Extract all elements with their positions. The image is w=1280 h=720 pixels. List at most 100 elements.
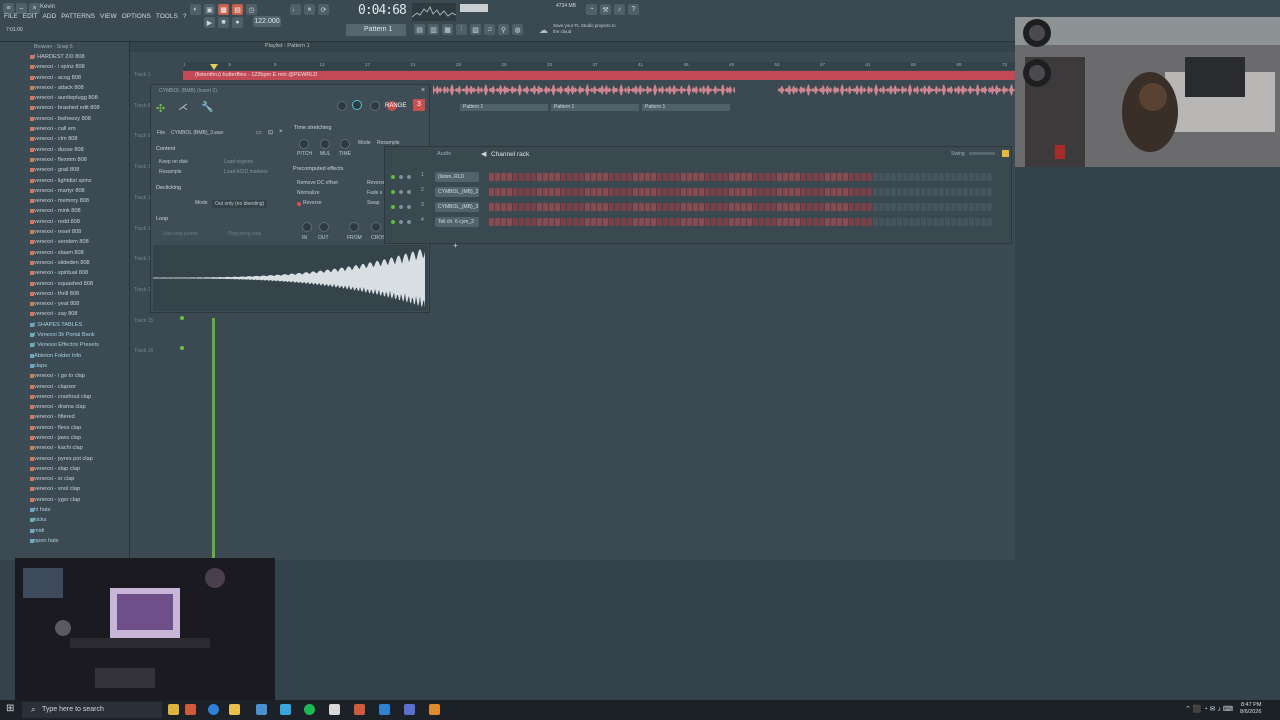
step-button[interactable] [897,218,902,226]
step-button[interactable] [933,203,938,211]
step-button[interactable] [825,203,830,211]
step-button[interactable] [669,218,674,226]
step-button[interactable] [639,203,644,211]
step-button[interactable] [525,203,530,211]
step-button[interactable] [675,218,680,226]
browser-folder[interactable]: I Venexxi Effectrix Presets [0,340,129,350]
menu-add[interactable]: ADD [43,13,57,20]
declick-in-knob[interactable] [302,222,312,232]
step-button[interactable] [903,173,908,181]
step-button[interactable] [579,173,584,181]
step-button[interactable] [957,218,962,226]
content-option[interactable]: Load ACID markers [224,169,268,175]
step-button[interactable] [621,218,626,226]
step-button[interactable] [921,188,926,196]
step-button[interactable] [489,218,494,226]
taskbar-app-icon[interactable] [185,704,196,715]
step-button[interactable] [843,218,848,226]
step-button[interactable] [825,218,830,226]
browser-file[interactable]: venexxi - jaws clap [0,433,129,443]
step-button[interactable] [867,188,872,196]
step-button[interactable] [777,173,782,181]
step-button[interactable] [507,203,512,211]
step-button[interactable] [711,173,716,181]
step-button[interactable] [603,173,608,181]
browser-folder[interactable]: open hats [0,536,129,546]
midi-icon[interactable]: ⚒ [600,4,611,15]
browser-file[interactable]: venexxi - i spinz 808 [0,62,129,72]
taskbar-search-input[interactable]: Type here to search [22,702,162,718]
step-button[interactable] [501,203,506,211]
step-button[interactable] [981,218,986,226]
step-button[interactable] [861,218,866,226]
step-button[interactable] [777,218,782,226]
step-button[interactable] [747,218,752,226]
step-button[interactable] [975,173,980,181]
browser-file[interactable]: venexxi - pyrex pot clap [0,454,129,464]
timeline-ruler[interactable]: 1 5 9 13 17 21 25 29 33 37 41 45 49 53 57 61 65 69 73 [183,62,1015,70]
browser-file[interactable]: venexxi - memory 808 [0,196,129,206]
wrench-icon[interactable]: 🔧 [201,102,213,113]
step-button[interactable] [627,218,632,226]
step-button[interactable] [987,188,992,196]
step-button[interactable] [687,173,692,181]
step-button[interactable] [555,173,560,181]
step-button[interactable] [813,218,818,226]
step-button[interactable] [615,188,620,196]
step-button[interactable] [783,218,788,226]
step-button[interactable] [507,188,512,196]
step-button[interactable] [525,173,530,181]
step-button[interactable] [693,173,698,181]
step-button[interactable] [807,203,812,211]
step-button[interactable] [855,173,860,181]
step-button[interactable] [831,173,836,181]
step-button[interactable] [699,188,704,196]
step-button[interactable] [555,188,560,196]
cloud-icon[interactable]: ☁ [539,25,549,35]
step-button[interactable] [753,188,758,196]
step-button[interactable] [945,218,950,226]
step-button[interactable] [759,218,764,226]
taskbar-clock[interactable]: 8:47 PM 8/6/2026 [1240,702,1261,716]
browser-folder[interactable]: I Venexxi 3k Portal Bank [0,330,129,340]
step-button[interactable] [579,218,584,226]
step-button[interactable] [927,188,932,196]
step-button[interactable] [537,173,542,181]
sample-waveform-display[interactable] [153,245,428,311]
browser-file[interactable]: venexxi - brashed edit 808 [0,103,129,113]
browser-folder[interactable]: claps [0,361,129,371]
step-button[interactable] [633,188,638,196]
channel-filter[interactable]: Audio [437,151,451,157]
step-button[interactable] [639,218,644,226]
step-button[interactable] [561,218,566,226]
step-button[interactable] [597,173,602,181]
step-button[interactable] [513,218,518,226]
taskbar-app-icon[interactable] [168,704,179,715]
step-button[interactable] [783,173,788,181]
step-button[interactable] [519,203,524,211]
step-button[interactable] [987,218,992,226]
step-button[interactable] [639,188,644,196]
step-button[interactable] [945,173,950,181]
mixer-icon[interactable]: ⫶ [456,24,467,35]
browser-folder[interactable]: hi hats [0,505,129,515]
browser-file[interactable]: venexxi - slideden 808 [0,258,129,268]
step-button[interactable] [615,218,620,226]
step-button[interactable] [591,218,596,226]
step-button[interactable] [969,188,974,196]
step-button[interactable] [813,203,818,211]
spotify-icon[interactable] [304,704,315,715]
step-button[interactable] [903,218,908,226]
plugin-picker-icon[interactable]: ♫ [484,24,495,35]
step-button[interactable] [819,173,824,181]
menu-tools[interactable]: TOOLS [156,13,178,20]
step-button[interactable] [489,173,494,181]
step-button[interactable] [597,188,602,196]
step-button[interactable] [567,173,572,181]
step-button[interactable] [759,173,764,181]
step-button[interactable] [813,173,818,181]
step-button[interactable] [519,188,524,196]
step-button[interactable] [669,173,674,181]
step-button[interactable] [753,203,758,211]
step-button[interactable] [609,218,614,226]
